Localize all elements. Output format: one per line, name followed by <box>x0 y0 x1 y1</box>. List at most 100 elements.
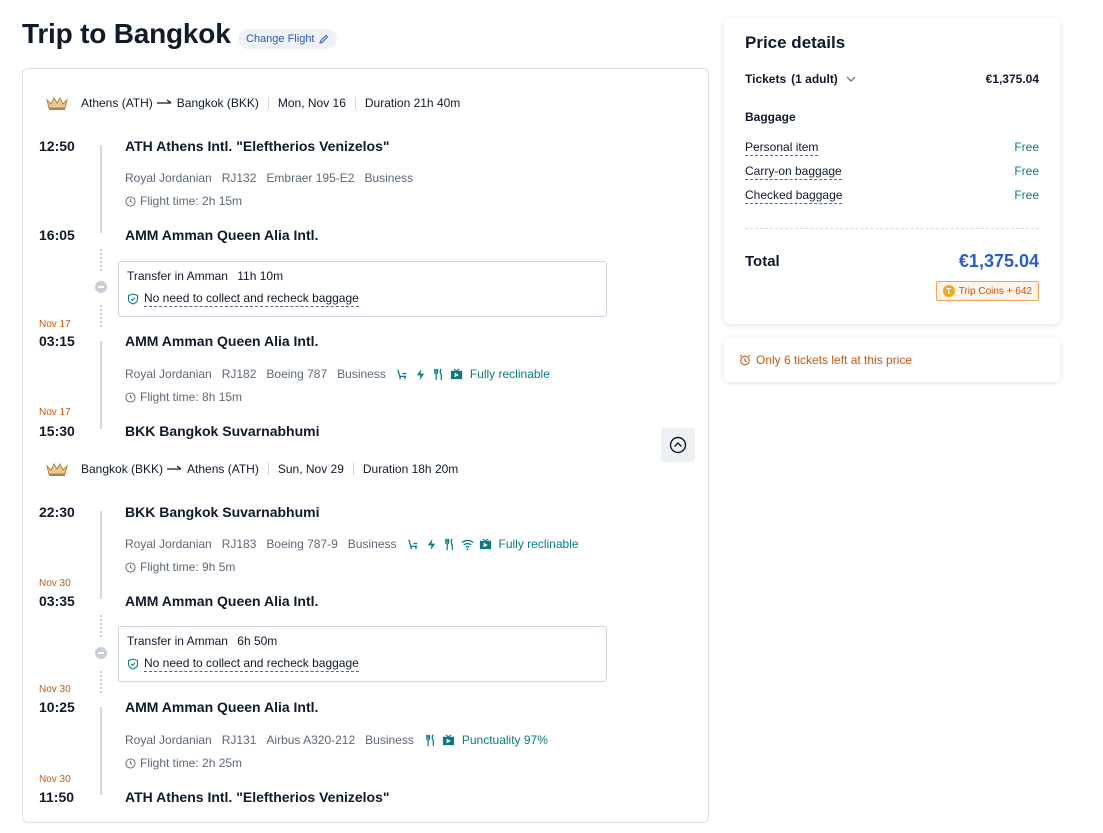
clock-icon <box>125 757 136 769</box>
outbound-date: Mon, Nov 16 <box>277 96 346 110</box>
wifi-icon <box>460 539 474 550</box>
transfer-label: Transfer in Amman <box>127 634 228 648</box>
departure-airport: AMM Amman Queen Alia Intl. <box>125 699 319 715</box>
aircraft-type: Boeing 787 <box>266 367 328 381</box>
return-duration: Duration 18h 20m <box>362 462 459 476</box>
arrival-time: 03:35 <box>39 593 75 609</box>
arrival-date: Nov 30 <box>39 578 71 589</box>
arrival-date: Nov 17 <box>39 407 71 418</box>
cabin-class: Business <box>365 733 414 747</box>
flight-time: Flight time: 2h 15m <box>125 194 242 208</box>
baggage-note: No need to collect and recheck baggage <box>127 291 598 307</box>
arrival-time: 15:30 <box>39 423 75 439</box>
arrival-airport: AMM Amman Queen Alia Intl. <box>125 227 319 243</box>
arrow-right-icon <box>156 99 172 104</box>
change-flight-label: Change Flight <box>246 33 315 45</box>
transfer-icon <box>95 281 107 293</box>
arrival-time: 16:05 <box>39 227 75 243</box>
amenity-label: Fully reclinable <box>469 367 550 381</box>
timeline-dots <box>100 671 102 693</box>
entertainment-icon <box>442 734 454 745</box>
amenities: Fully reclinable <box>407 537 579 551</box>
timeline-line <box>100 707 102 795</box>
transfer-info: Transfer in Amman 6h 50m <box>127 634 598 648</box>
airline-name: Royal Jordanian <box>125 537 212 551</box>
baggage-note-text[interactable]: No need to collect and recheck baggage <box>144 656 359 672</box>
timeline-dots <box>100 615 102 637</box>
baggage-value: Free <box>1014 188 1039 202</box>
return-header: Bangkok (BKK) Athens (ATH) Sun, Nov 29 D… <box>45 459 458 479</box>
chevron-up-icon <box>669 436 687 454</box>
transfer-info: Transfer in Amman 11h 10m <box>127 269 598 283</box>
flight-time-label: Flight time: 2h 15m <box>140 194 243 208</box>
amenities: Punctuality 97% <box>424 733 548 747</box>
chevron-down-icon[interactable] <box>846 74 856 84</box>
flight-time: Flight time: 8h 15m <box>125 390 242 404</box>
baggage-row: Personal item Free <box>745 140 1039 156</box>
departure-time: 22:30 <box>39 504 75 520</box>
clock-icon <box>125 391 136 403</box>
baggage-label[interactable]: Carry-on baggage <box>745 164 842 180</box>
timeline-line <box>100 145 102 233</box>
outbound-duration: Duration 21h 40m <box>364 96 461 110</box>
baggage-note-text[interactable]: No need to collect and recheck baggage <box>144 291 359 307</box>
aircraft-type: Airbus A320-212 <box>266 733 356 747</box>
flight-number: RJ182 <box>221 367 257 381</box>
price-details-card: Price details Tickets (1 adult) €1,375.0… <box>724 18 1060 324</box>
clock-icon <box>125 195 136 207</box>
arrival-airport: AMM Amman Queen Alia Intl. <box>125 593 319 609</box>
outbound-origin: Athens (ATH) <box>81 96 153 110</box>
cabin-class: Business <box>364 171 414 185</box>
flight-time: Flight time: 9h 5m <box>125 560 235 574</box>
flight-info: Royal Jordanian RJ183 Boeing 787-9 Busin… <box>125 537 579 551</box>
transfer-label: Transfer in Amman <box>127 269 228 283</box>
cabin-class: Business <box>347 537 397 551</box>
flight-info: Royal Jordanian RJ131 Airbus A320-212 Bu… <box>125 733 548 747</box>
departure-airport: AMM Amman Queen Alia Intl. <box>125 333 319 349</box>
transfer-box: Transfer in Amman 6h 50m No need to coll… <box>118 626 607 682</box>
tickets-quantity: (1 adult) <box>791 72 838 86</box>
baggage-label[interactable]: Checked baggage <box>745 188 843 204</box>
airline-logo-icon <box>46 462 68 476</box>
airline-name: Royal Jordanian <box>125 367 212 381</box>
aircraft-type: Boeing 787-9 <box>266 537 338 551</box>
entertainment-icon <box>450 368 462 379</box>
baggage-note: No need to collect and recheck baggage <box>127 656 598 672</box>
page-title: Trip to Bangkok <box>22 18 231 49</box>
flight-info: Royal Jordanian RJ182 Boeing 787 Busines… <box>125 367 550 381</box>
change-flight-button[interactable]: Change Flight <box>238 29 337 49</box>
divider <box>267 97 269 109</box>
departure-time: 12:50 <box>39 138 75 154</box>
tickets-price: €1,375.04 <box>985 72 1039 86</box>
seat-icon <box>397 369 407 379</box>
transfer-duration: 11h 10m <box>237 269 284 283</box>
divider <box>267 463 269 475</box>
trip-coins-badge: T Trip Coins + 642 <box>935 281 1039 301</box>
departure-airport: ATH Athens Intl. "Eleftherios Venizelos" <box>125 138 390 154</box>
transfer-duration: 6h 50m <box>237 634 278 648</box>
power-icon <box>416 368 425 380</box>
shield-check-icon <box>128 658 138 670</box>
meal-icon <box>434 367 442 380</box>
collapse-button[interactable] <box>661 428 695 462</box>
outbound-destination: Bangkok (BKK) <box>176 96 259 110</box>
baggage-row: Checked baggage Free <box>745 188 1039 204</box>
arrow-right-icon <box>167 465 182 470</box>
baggage-label[interactable]: Personal item <box>745 140 819 156</box>
timeline-line <box>100 511 102 599</box>
aircraft-type: Embraer 195-E2 <box>266 171 355 185</box>
amenity-label: Punctuality 97% <box>461 733 548 747</box>
airline-name: Royal Jordanian <box>125 733 212 747</box>
outbound-header: Athens (ATH) Bangkok (BKK) Mon, Nov 16 D… <box>45 93 460 113</box>
tickets-row[interactable]: Tickets (1 adult) €1,375.04 <box>745 72 1039 86</box>
edit-icon <box>318 34 328 44</box>
flight-number: RJ132 <box>221 171 257 185</box>
amenities: Fully reclinable <box>396 367 550 381</box>
arrival-date: Nov 30 <box>39 774 71 785</box>
divider <box>745 228 1039 229</box>
return-destination: Athens (ATH) <box>187 462 259 476</box>
arrival-time: 11:50 <box>39 789 75 805</box>
coin-icon: T <box>942 285 955 297</box>
clock-icon <box>125 561 136 573</box>
flight-number: RJ131 <box>221 733 257 747</box>
